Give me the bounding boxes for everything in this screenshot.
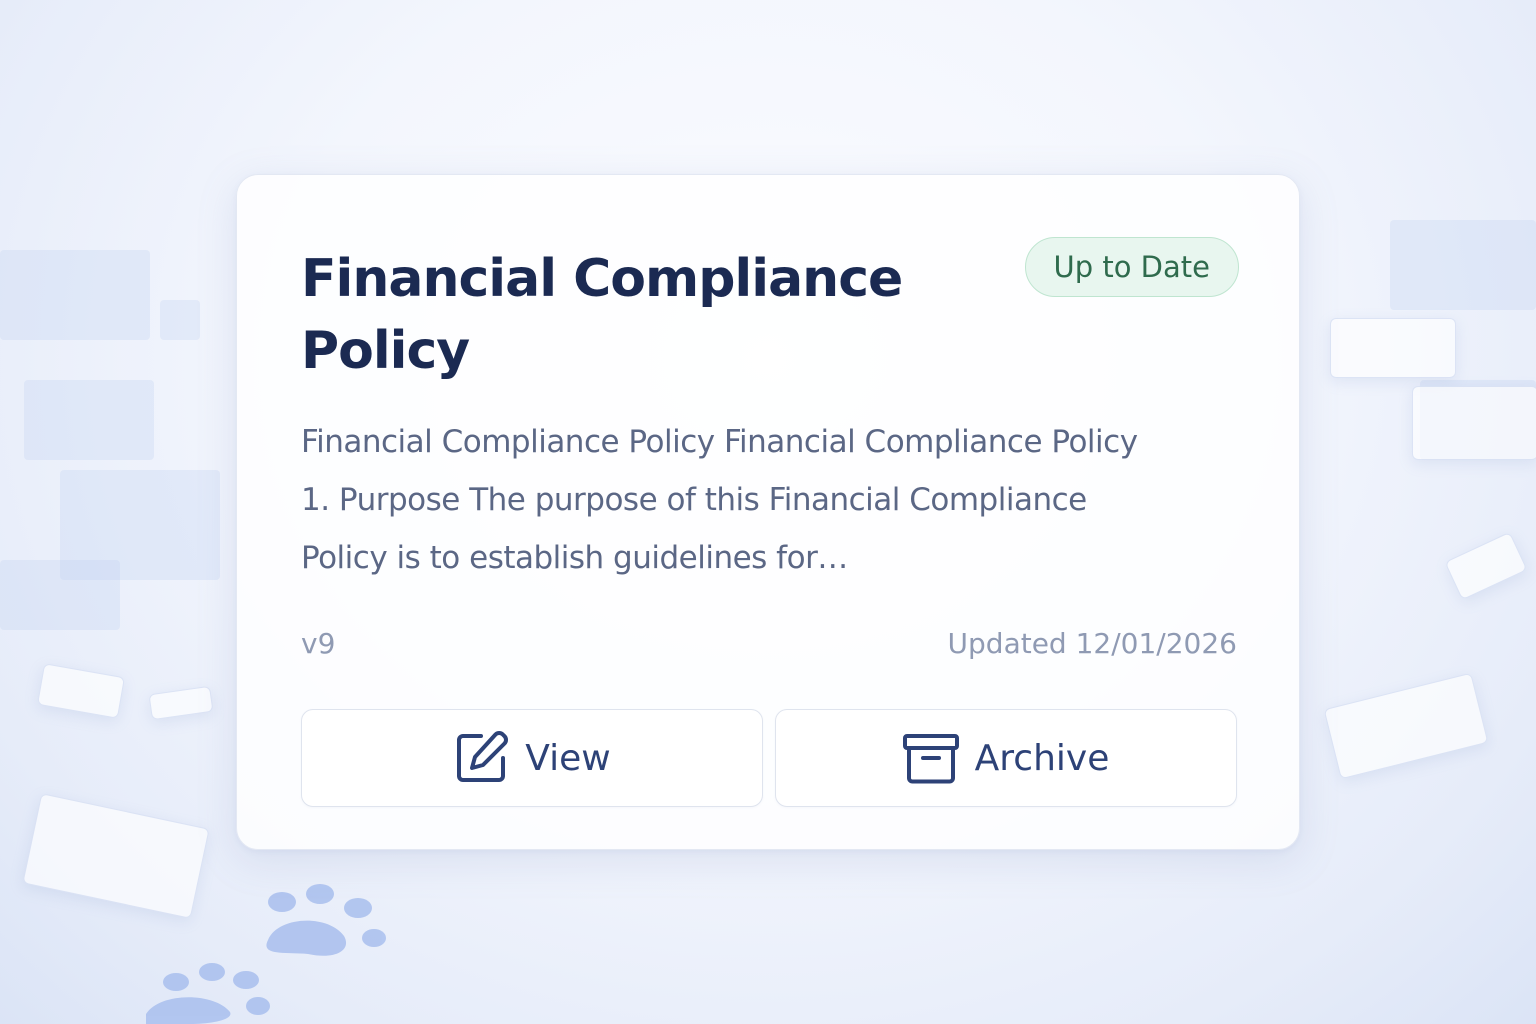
version-label: v9: [301, 627, 336, 660]
paw-print-icon: [146, 963, 270, 1024]
bg-tile: [0, 560, 120, 630]
archive-box-icon: [902, 730, 959, 786]
bg-paper: [1323, 672, 1489, 780]
view-button[interactable]: View: [301, 709, 763, 807]
bg-paper: [1330, 318, 1456, 378]
bg-tile: [1390, 220, 1536, 310]
updated-date: Updated 12/01/2026: [947, 627, 1237, 660]
paw-print-icon: [266, 884, 386, 956]
bg-paper: [1412, 386, 1536, 460]
bg-paper: [36, 663, 126, 719]
status-badge: Up to Date: [1024, 237, 1239, 297]
policy-title: Financial Compliance Policy: [301, 249, 903, 381]
bg-paper: [1444, 531, 1528, 601]
card-actions: View Archive: [301, 709, 1237, 807]
bg-tile: [24, 380, 154, 460]
edit-icon: [453, 730, 509, 786]
meta-row: v9 Updated 12/01/2026: [301, 627, 1237, 660]
bg-tile: [0, 250, 150, 340]
bg-paper: [148, 685, 214, 721]
archive-button[interactable]: Archive: [775, 709, 1237, 807]
bg-tile: [160, 300, 200, 340]
archive-button-label: Archive: [974, 737, 1110, 779]
bg-paper: [22, 793, 210, 919]
policy-card: Financial Compliance Policy Up to Date F…: [236, 174, 1300, 850]
view-button-label: View: [525, 737, 611, 779]
policy-excerpt: Financial Compliance Policy Financial Co…: [301, 424, 1138, 576]
